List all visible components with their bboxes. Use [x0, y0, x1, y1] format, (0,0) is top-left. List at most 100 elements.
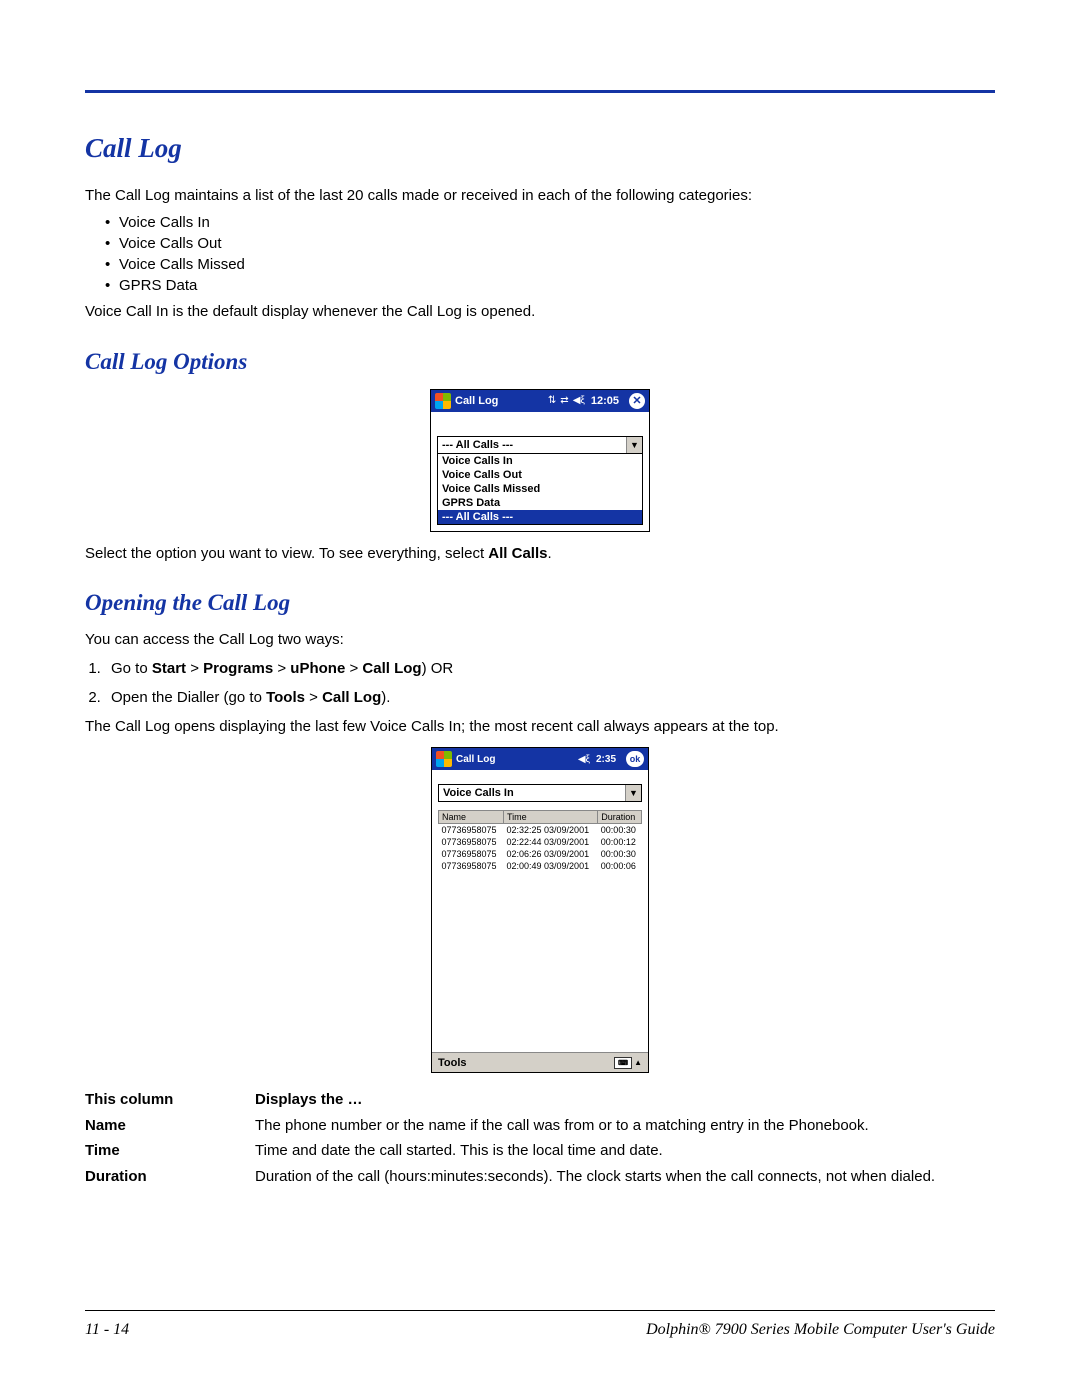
chevron-down-icon[interactable]: ▼ [625, 785, 641, 801]
window-call-log-list: Call Log ◀ξ 2:35 ok Voice Calls In ▼ Nam… [431, 747, 649, 1073]
cell: 07736958075 [439, 824, 504, 837]
access-intro: You can access the Call Log two ways: [85, 630, 995, 650]
text: ) OR [422, 660, 454, 677]
head-col2: Displays the … [255, 1087, 995, 1113]
cell: 02:00:49 03/09/2001 [504, 860, 598, 872]
guide-title: Dolphin® 7900 Series Mobile Computer Use… [646, 1321, 995, 1339]
heading-options: Call Log Options [85, 349, 995, 375]
text: > [305, 689, 322, 706]
col-duration[interactable]: Duration [598, 811, 642, 824]
table-row[interactable]: 0773695807502:00:49 03/09/200100:00:06 [439, 860, 642, 872]
category-list: Voice Calls In Voice Calls Out Voice Cal… [85, 212, 995, 296]
window-call-log-options: Call Log ⇅ ⇄ ◀ξ 12:05 ✕ --- All Calls --… [430, 389, 650, 532]
filter-combo[interactable]: --- All Calls --- ▼ [437, 436, 643, 454]
screenshot-options: Call Log ⇅ ⇄ ◀ξ 12:05 ✕ --- All Calls --… [85, 389, 995, 532]
chevron-down-icon[interactable]: ▼ [626, 437, 642, 453]
table-row[interactable]: 0773695807502:06:26 03/09/200100:00:30 [439, 848, 642, 860]
text-bold: uPhone [290, 660, 345, 677]
heading-call-log: Call Log [85, 133, 995, 164]
cell: 00:00:30 [598, 848, 642, 860]
text-bold: Call Log [322, 689, 381, 706]
cell: 00:00:06 [598, 860, 642, 872]
text: Go to [111, 660, 152, 677]
col-name[interactable]: Name [439, 811, 504, 824]
text: > [273, 660, 290, 677]
dropdown-list: Voice Calls In Voice Calls Out Voice Cal… [437, 454, 643, 525]
cell: 02:22:44 03/09/2001 [504, 836, 598, 848]
table-header-row: This column Displays the … [85, 1087, 995, 1113]
dropdown-item[interactable]: Voice Calls Out [438, 468, 642, 482]
step-1: Go to Start > Programs > uPhone > Call L… [105, 658, 995, 681]
command-bar: Tools ⌨ ▲ [432, 1052, 648, 1072]
call-log-table: Name Time Duration 0773695807502:32:25 0… [438, 810, 642, 872]
table-row: Duration Duration of the call (hours:min… [85, 1164, 995, 1190]
window-title: Call Log [455, 395, 498, 407]
window-title: Call Log [456, 754, 495, 765]
cell-label: Name [85, 1113, 255, 1139]
titlebar: Call Log ◀ξ 2:35 ok [432, 748, 648, 770]
table-row[interactable]: 0773695807502:22:44 03/09/200100:00:12 [439, 836, 642, 848]
combo-value: --- All Calls --- [438, 437, 626, 453]
footer-rule [85, 1310, 995, 1311]
text-bold: All Calls [488, 545, 547, 562]
window-body: --- All Calls --- ▼ Voice Calls In Voice… [431, 412, 649, 531]
dropdown-item[interactable]: Voice Calls Missed [438, 482, 642, 496]
table-header-row: Name Time Duration [439, 811, 642, 824]
connection-icon: ⇄ [560, 395, 568, 406]
cell: 02:06:26 03/09/2001 [504, 848, 598, 860]
text: > [345, 660, 362, 677]
titlebar: Call Log ⇅ ⇄ ◀ξ 12:05 ✕ [431, 390, 649, 412]
speaker-icon: ◀ξ [573, 395, 585, 406]
page-footer: 11 - 14 Dolphin® 7900 Series Mobile Comp… [85, 1310, 995, 1339]
table-row: Name The phone number or the name if the… [85, 1113, 995, 1139]
opens-note: The Call Log opens displaying the last f… [85, 717, 995, 737]
text: . [547, 545, 551, 562]
close-icon[interactable]: ✕ [629, 393, 645, 409]
select-note: Select the option you want to view. To s… [85, 544, 995, 564]
ok-button[interactable]: ok [626, 751, 644, 767]
text: > [186, 660, 203, 677]
col-time[interactable]: Time [504, 811, 598, 824]
text: ). [381, 689, 390, 706]
list-item: Voice Calls Out [105, 233, 995, 254]
cell-desc: Time and date the call started. This is … [255, 1138, 995, 1164]
top-rule [85, 90, 995, 93]
dropdown-item-selected[interactable]: --- All Calls --- [438, 510, 642, 524]
signal-icon: ⇅ [548, 395, 556, 406]
text-bold: Call Log [362, 660, 421, 677]
table-row[interactable]: 0773695807502:32:25 03/09/200100:00:30 [439, 824, 642, 837]
cell-desc: The phone number or the name if the call… [255, 1113, 995, 1139]
cell: 07736958075 [439, 836, 504, 848]
keyboard-icon[interactable]: ⌨ [614, 1057, 632, 1069]
cell: 02:32:25 03/09/2001 [504, 824, 598, 837]
clock-text: 12:05 [591, 395, 619, 407]
tools-menu[interactable]: Tools [438, 1057, 467, 1069]
cell: 07736958075 [439, 860, 504, 872]
window-body: Voice Calls In ▼ Name Time Duration 0773… [432, 770, 648, 1052]
start-icon[interactable] [436, 751, 452, 767]
start-icon[interactable] [435, 393, 451, 409]
combo-value: Voice Calls In [439, 785, 625, 801]
table-row: Time Time and date the call started. Thi… [85, 1138, 995, 1164]
text-bold: Start [152, 660, 186, 677]
page-content: Call Log The Call Log maintains a list o… [0, 0, 1080, 1249]
dropdown-item[interactable]: GPRS Data [438, 496, 642, 510]
text-bold: Tools [266, 689, 305, 706]
filter-combo[interactable]: Voice Calls In ▼ [438, 784, 642, 802]
menu-up-icon[interactable]: ▲ [634, 1058, 642, 1067]
text: Open the Dialler (go to [111, 689, 266, 706]
text-bold: Programs [203, 660, 273, 677]
clock-text: 2:35 [596, 754, 616, 765]
cell: 07736958075 [439, 848, 504, 860]
intro-text: The Call Log maintains a list of the las… [85, 186, 995, 206]
text: Select the option you want to view. To s… [85, 545, 488, 562]
list-item: Voice Calls In [105, 212, 995, 233]
column-description-table: This column Displays the … Name The phon… [85, 1087, 995, 1189]
page-number: 11 - 14 [85, 1321, 129, 1339]
cell-label: Duration [85, 1164, 255, 1190]
dropdown-item[interactable]: Voice Calls In [438, 454, 642, 468]
heading-opening: Opening the Call Log [85, 590, 995, 616]
blank-area [438, 872, 642, 1052]
cell: 00:00:12 [598, 836, 642, 848]
speaker-icon: ◀ξ [578, 754, 590, 765]
